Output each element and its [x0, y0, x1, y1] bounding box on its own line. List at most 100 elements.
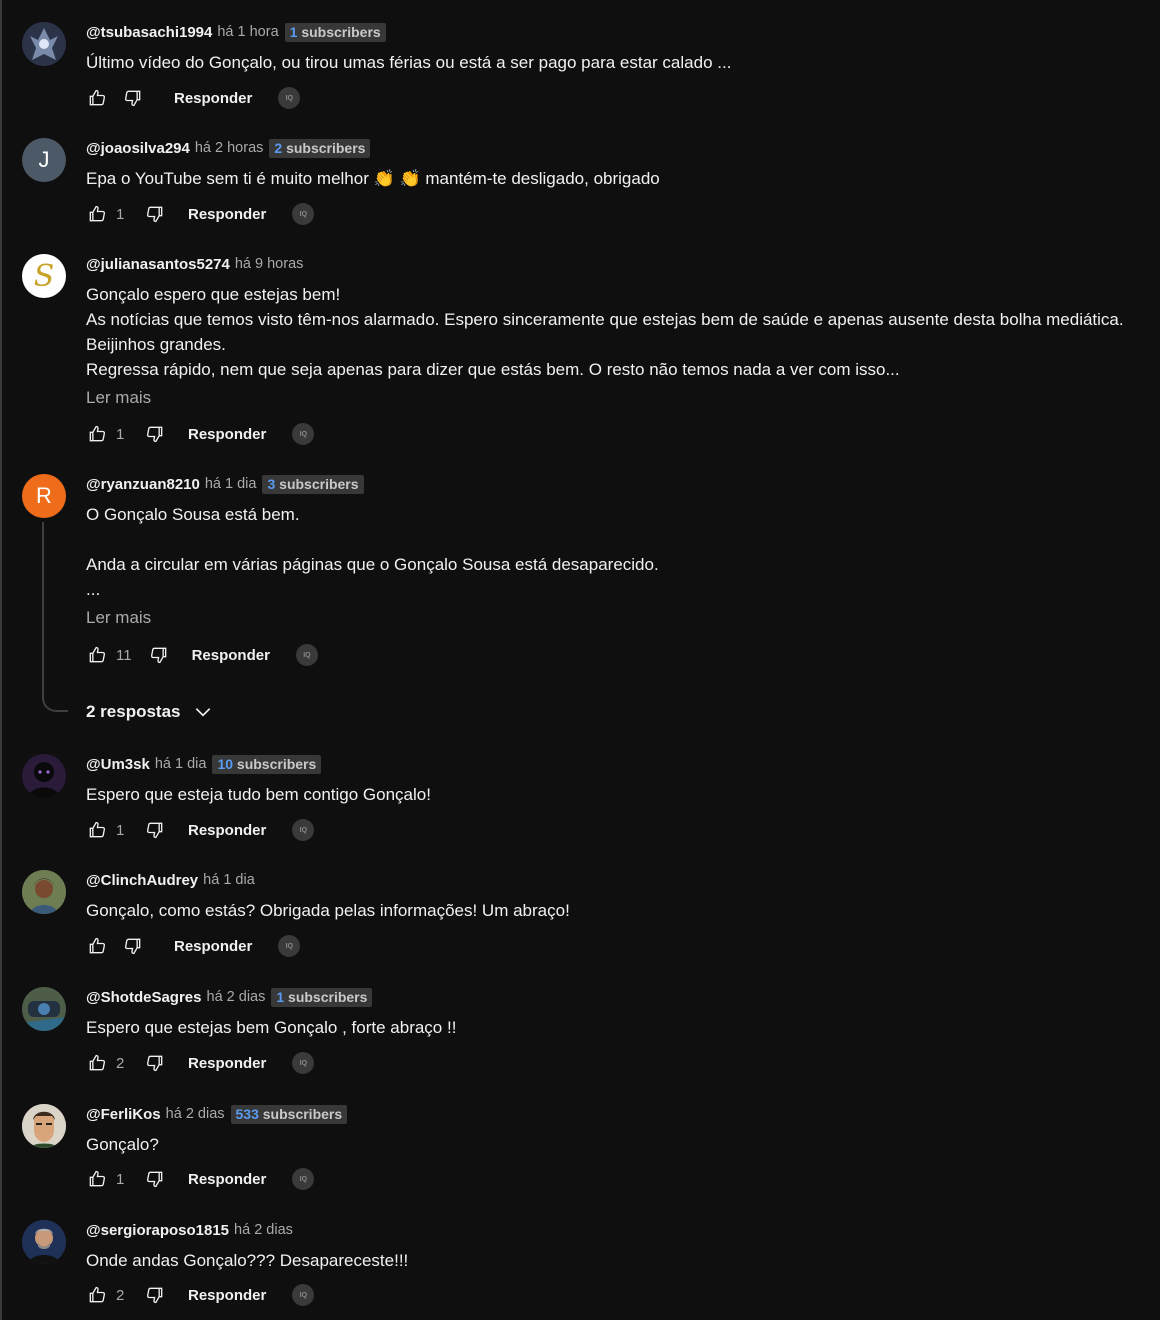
- comment-actions: 2 Responder IQ: [86, 1051, 315, 1075]
- avatar[interactable]: [22, 754, 66, 798]
- comment-author[interactable]: @ShotdeSagres: [86, 989, 202, 1006]
- comment-author[interactable]: @tsubasachi1994: [86, 24, 212, 41]
- reply-button[interactable]: Responder: [188, 1171, 266, 1188]
- comment-time[interactable]: há 2 dias: [234, 1222, 293, 1238]
- comment-actions: 11 Responder IQ: [86, 643, 318, 667]
- comment-text: O Gonçalo Sousa está bem. Anda a circula…: [86, 505, 659, 599]
- comment-time[interactable]: há 1 dia: [155, 756, 207, 772]
- reply-button[interactable]: Responder: [174, 90, 252, 107]
- thumb-down-icon[interactable]: [122, 87, 144, 109]
- thumb-up-icon[interactable]: [86, 1168, 108, 1190]
- read-more-link[interactable]: Ler mais: [86, 607, 1150, 629]
- avatar-image-icon: [22, 754, 66, 798]
- subscriber-badge: 2 subscribers: [269, 138, 371, 158]
- comment-time[interactable]: há 9 horas: [235, 256, 304, 272]
- reply-button[interactable]: Responder: [188, 1055, 266, 1072]
- thumb-down-icon[interactable]: [144, 1168, 166, 1190]
- thumb-down-icon[interactable]: [148, 644, 170, 666]
- iq-icon[interactable]: IQ: [278, 935, 301, 957]
- iq-icon[interactable]: IQ: [292, 1168, 315, 1190]
- badge-count: 1: [276, 988, 285, 1005]
- thumb-up-icon[interactable]: [86, 935, 108, 957]
- thumb-up-icon[interactable]: [86, 203, 108, 225]
- comment-time[interactable]: há 1 dia: [205, 476, 257, 492]
- comment-time[interactable]: há 2 dias: [166, 1106, 225, 1122]
- comment-author[interactable]: @Um3sk: [86, 756, 150, 773]
- thread-line: [42, 522, 68, 712]
- iq-icon[interactable]: IQ: [295, 644, 318, 666]
- avatar-letter: R: [36, 483, 52, 508]
- subscriber-badge: 1 subscribers: [271, 987, 373, 1007]
- badge-label: subscribers: [301, 23, 381, 40]
- replies-count-label: 2 respostas: [86, 702, 181, 721]
- thumb-up-icon[interactable]: [86, 423, 108, 445]
- comment-text: Epa o YouTube sem ti é muito melhor 👏 👏 …: [86, 169, 660, 188]
- replies-toggle-button[interactable]: 2 respostas: [86, 700, 213, 724]
- reply-button[interactable]: Responder: [174, 938, 252, 955]
- chevron-down-icon: [195, 708, 210, 717]
- comment-author[interactable]: @julianasantos5274: [86, 256, 230, 273]
- avatar[interactable]: [22, 1220, 66, 1264]
- comment-time[interactable]: há 1 hora: [217, 24, 278, 40]
- comment-author[interactable]: @sergioraposo1815: [86, 1222, 229, 1239]
- comment-author[interactable]: @joaosilva294: [86, 140, 190, 157]
- badge-label: subscribers: [236, 755, 317, 772]
- like-count: 1: [116, 821, 125, 839]
- badge-count: 3: [267, 475, 276, 492]
- iq-icon[interactable]: IQ: [292, 1052, 315, 1074]
- iq-icon[interactable]: IQ: [292, 819, 315, 841]
- reply-button[interactable]: Responder: [188, 206, 266, 223]
- thumb-up-icon[interactable]: [86, 1284, 108, 1306]
- comment-author[interactable]: @FerliKos: [86, 1106, 161, 1123]
- thumb-up-icon[interactable]: [86, 819, 108, 841]
- thumb-down-icon[interactable]: [144, 423, 166, 445]
- avatar[interactable]: S: [22, 254, 66, 298]
- badge-count: 1: [289, 23, 298, 40]
- badge-count: 533: [235, 1105, 259, 1122]
- badge-label: subscribers: [286, 139, 366, 156]
- avatar[interactable]: [22, 22, 66, 66]
- comment-time[interactable]: há 2 dias: [207, 989, 266, 1005]
- comment-author[interactable]: @ryanzuan8210: [86, 476, 200, 493]
- subscriber-badge: 3 subscribers: [262, 474, 364, 494]
- iq-icon[interactable]: IQ: [292, 423, 315, 445]
- iq-icon[interactable]: IQ: [292, 1284, 315, 1306]
- iq-icon[interactable]: IQ: [278, 87, 301, 109]
- thumb-down-icon[interactable]: [144, 203, 166, 225]
- thumb-down-icon[interactable]: [144, 1284, 166, 1306]
- comment-actions: Responder IQ: [86, 934, 301, 958]
- reply-button[interactable]: Responder: [188, 426, 266, 443]
- avatar[interactable]: [22, 987, 66, 1031]
- reply-button[interactable]: Responder: [192, 647, 270, 664]
- avatar[interactable]: [22, 870, 66, 914]
- avatar[interactable]: [22, 1104, 66, 1148]
- avatar-image-icon: [22, 987, 66, 1031]
- comment-actions: 1 Responder IQ: [86, 202, 315, 226]
- thumb-up-icon[interactable]: [86, 87, 108, 109]
- thumb-down-icon[interactable]: [144, 819, 166, 841]
- badge-count: 2: [274, 139, 283, 156]
- iq-icon[interactable]: IQ: [292, 203, 315, 225]
- like-count: 2: [116, 1286, 125, 1304]
- like-count: 11: [116, 646, 132, 664]
- avatar[interactable]: R: [22, 474, 66, 518]
- comment-text: Espero que estejas bem Gonçalo , forte a…: [86, 1018, 457, 1037]
- badge-label: subscribers: [288, 988, 368, 1005]
- comment-actions: 1 Responder IQ: [86, 1167, 315, 1191]
- reply-button[interactable]: Responder: [188, 1287, 266, 1304]
- comment-time[interactable]: há 2 horas: [195, 140, 264, 156]
- reply-button[interactable]: Responder: [188, 822, 266, 839]
- comment-actions: Responder IQ: [86, 86, 301, 110]
- avatar[interactable]: J: [22, 138, 66, 182]
- comment-author[interactable]: @ClinchAudrey: [86, 872, 198, 889]
- thumb-down-icon[interactable]: [122, 935, 144, 957]
- thumb-up-icon[interactable]: [86, 1052, 108, 1074]
- subscriber-badge: 1 subscribers: [284, 22, 386, 42]
- comment-actions: 1 Responder IQ: [86, 422, 315, 446]
- read-more-link[interactable]: Ler mais: [86, 387, 1150, 409]
- badge-label: subscribers: [279, 475, 359, 492]
- comment-time[interactable]: há 1 dia: [203, 872, 255, 888]
- subscriber-badge: 533 subscribers: [230, 1104, 348, 1124]
- thumb-down-icon[interactable]: [144, 1052, 166, 1074]
- thumb-up-icon[interactable]: [86, 644, 108, 666]
